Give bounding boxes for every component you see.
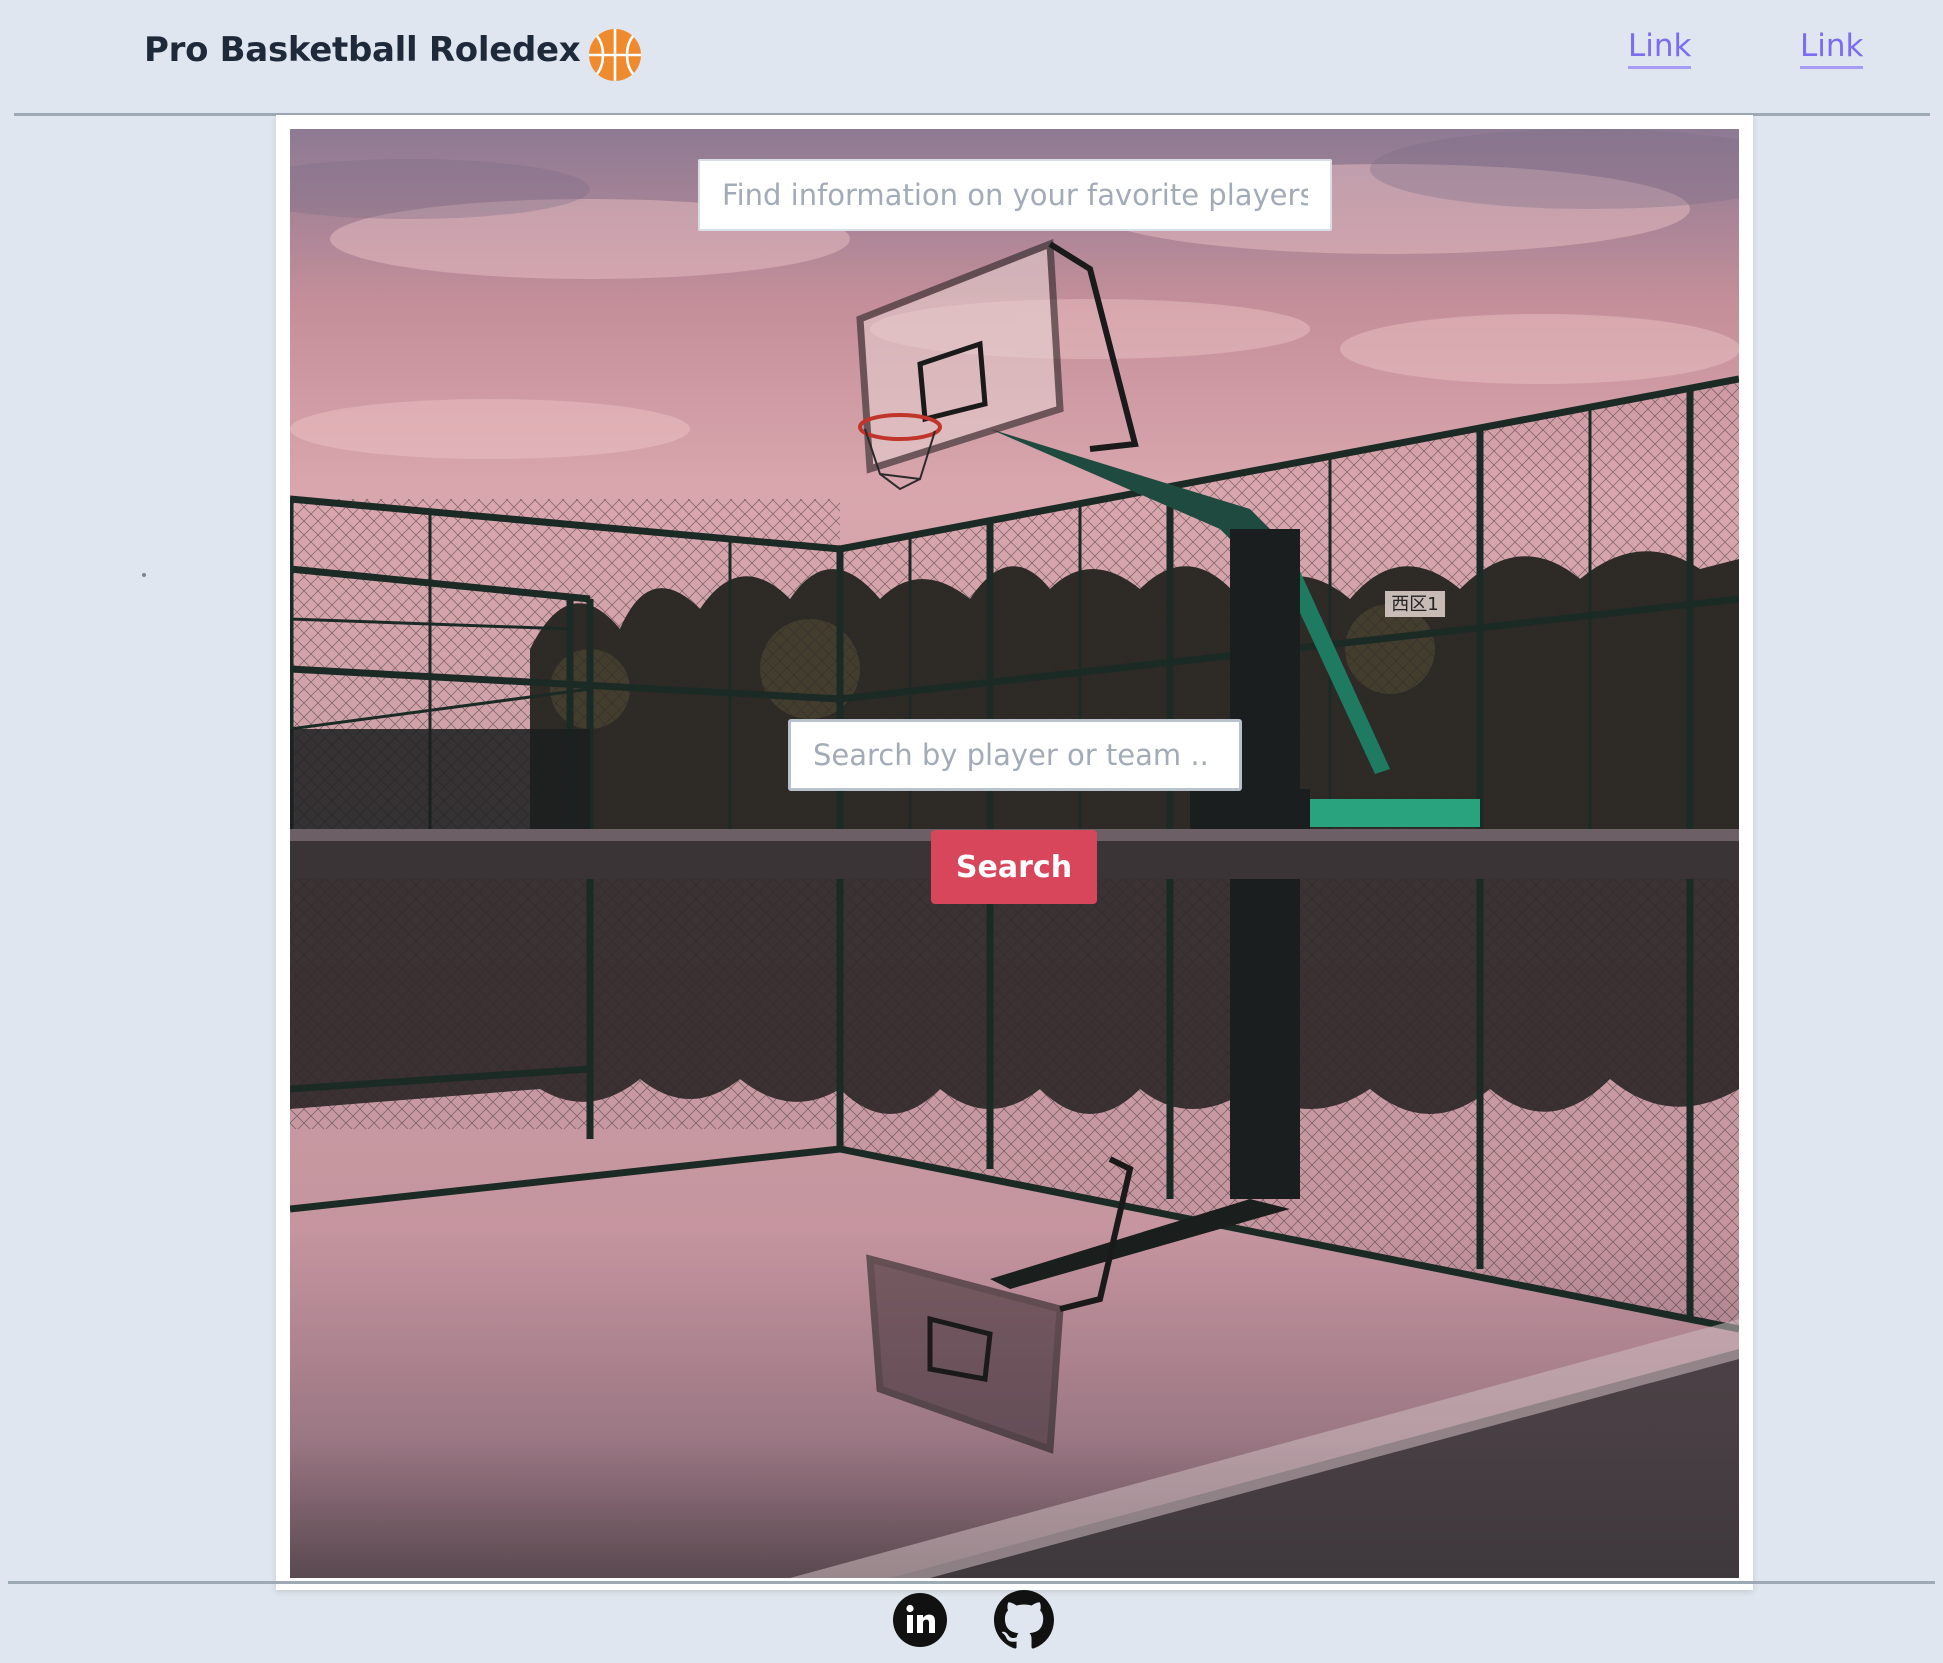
info-input[interactable] xyxy=(698,159,1332,231)
github-icon[interactable] xyxy=(994,1590,1054,1650)
top-navbar: Pro Basketball Roledex Link Link xyxy=(0,0,1943,115)
stray-dot xyxy=(142,573,146,577)
page: Pro Basketball Roledex Link Link 西区1 Fin… xyxy=(0,0,1943,1663)
nav-link-1[interactable]: Link xyxy=(1628,28,1692,69)
search-button[interactable]: Search xyxy=(931,830,1097,904)
linkedin-icon[interactable] xyxy=(892,1592,948,1648)
footer-divider xyxy=(8,1581,1935,1584)
nav-link-2[interactable]: Link xyxy=(1800,28,1864,69)
hero-background-image: 西区1 Find information on your favorite pl… xyxy=(290,129,1739,1578)
basketball-icon xyxy=(588,28,642,82)
fence-sign-text: 西区1 xyxy=(1391,594,1438,615)
site-title[interactable]: Pro Basketball Roledex xyxy=(144,30,581,70)
hero-card: 西区1 Find information on your favorite pl… xyxy=(276,115,1753,1590)
search-input[interactable] xyxy=(788,719,1242,791)
